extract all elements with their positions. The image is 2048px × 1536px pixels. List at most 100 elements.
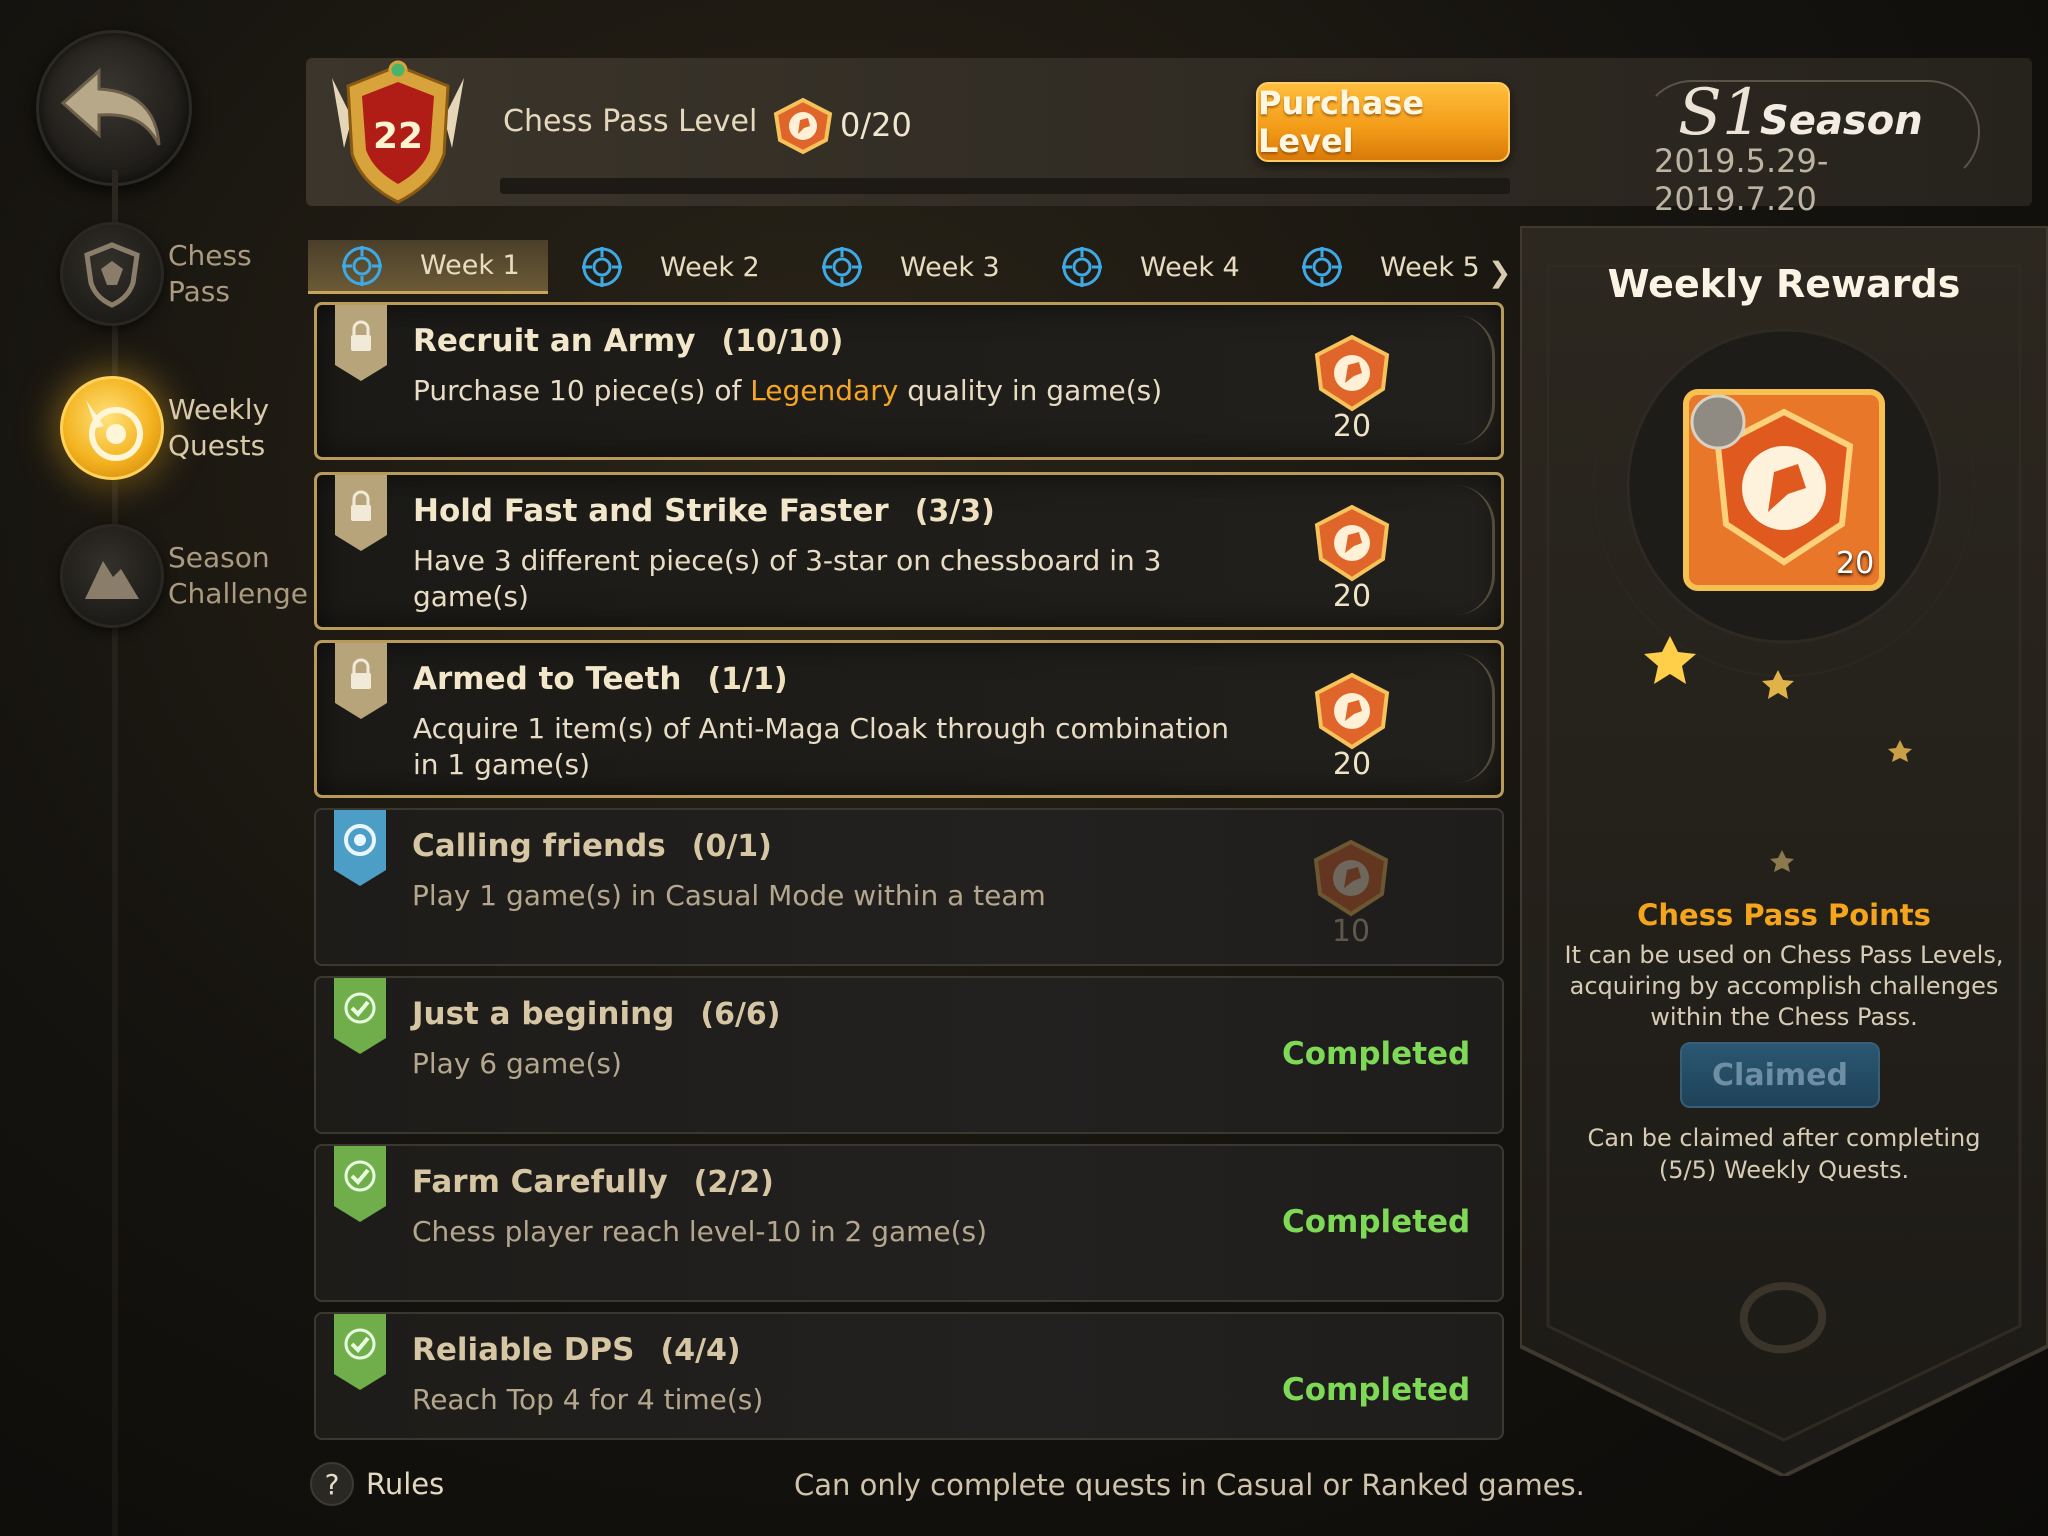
nav-item-label: Chess Pass xyxy=(168,239,252,308)
tab-label: Week 4 xyxy=(1140,251,1240,283)
completed-label: Completed xyxy=(1282,1372,1471,1408)
chess-point-icon xyxy=(1314,672,1390,750)
chevron-right-icon[interactable]: ❯ xyxy=(1488,256,1511,289)
lock-ribbon-icon xyxy=(335,305,387,381)
back-arrow-icon xyxy=(60,67,161,146)
check-ribbon-icon xyxy=(334,1146,386,1222)
quest-card[interactable]: Armed to Teeth (1/1) Acquire 1 item(s) of… xyxy=(314,640,1504,798)
nav-item-chess-pass[interactable]: Chess Pass xyxy=(60,222,252,326)
season-dates: 2019.5.29-2019.7.20 xyxy=(1654,142,1829,218)
reward-count: 20 xyxy=(1836,546,1875,581)
lock-ribbon-icon xyxy=(335,643,387,719)
reward-count: 10 xyxy=(1331,914,1371,949)
quest-title: Farm Carefully (2/2) xyxy=(412,1164,774,1200)
quest-title: Reliable DPS (4/4) xyxy=(412,1332,741,1368)
back-button[interactable] xyxy=(36,30,192,186)
check-ribbon-icon xyxy=(334,978,386,1054)
quest-title: Calling friends (0/1) xyxy=(412,828,772,864)
level-label: Chess Pass Level xyxy=(503,104,758,139)
crosshair-icon xyxy=(342,245,382,286)
crosshair-icon xyxy=(582,247,622,287)
tab-week-1[interactable]: Week 1 xyxy=(308,240,548,294)
quest-description: Purchase 10 piece(s) of Legendary qualit… xyxy=(413,374,1163,407)
reward-count: 20 xyxy=(1332,747,1372,782)
corner-ornament xyxy=(1455,653,1495,783)
nav-rail xyxy=(112,170,118,1536)
tab-week-3[interactable]: Week 3 xyxy=(788,240,1028,294)
season-info: S1 Season 2019.5.29-2019.7.20 xyxy=(1640,76,1980,218)
claimed-button[interactable]: Claimed xyxy=(1680,1042,1880,1108)
reward-count: 20 xyxy=(1332,409,1372,444)
chess-point-icon xyxy=(1313,839,1389,917)
quest-progress: (2/2) xyxy=(693,1165,774,1200)
quest-card[interactable]: Hold Fast and Strike Faster (3/3) Have 3 … xyxy=(314,472,1504,630)
tab-label: Week 1 xyxy=(420,250,520,281)
chess-point-icon xyxy=(1314,504,1390,582)
quest-description: Play 6 game(s) xyxy=(412,1047,622,1080)
mountain-icon xyxy=(60,524,164,628)
quality-highlight: Legendary xyxy=(750,374,899,407)
week-tabs: Week 1 Week 2 Week 3 Week 4 Week 5 xyxy=(308,240,1508,294)
purchase-level-button[interactable]: Purchase Level xyxy=(1256,82,1510,162)
quest-description: Have 3 different piece(s) of 3-star on c… xyxy=(413,544,1162,613)
footer-note: Can only complete quests in Casual or Ra… xyxy=(794,1468,1585,1502)
nav-item-label: Season Challenge xyxy=(168,541,308,610)
quest-description: Play 1 game(s) in Casual Mode within a t… xyxy=(412,879,1046,912)
quest-card[interactable]: Calling friends (0/1) Play 1 game(s) in C… xyxy=(314,808,1504,966)
quest-card[interactable]: Farm Carefully (2/2) Chess player reach l… xyxy=(314,1144,1504,1302)
check-ribbon-icon xyxy=(334,1314,386,1390)
claim-requirement-note: Can be claimed after completing (5/5) We… xyxy=(1587,1124,1981,1184)
crosshair-icon xyxy=(1062,247,1102,287)
quest-progress: (4/4) xyxy=(660,1333,741,1368)
level-number: 22 xyxy=(373,116,423,157)
quest-title: Recruit an Army (10/10) xyxy=(413,323,844,359)
target-hand-icon xyxy=(60,376,164,480)
nav-item-weekly-quests[interactable]: Weekly Quests xyxy=(60,376,269,480)
quest-progress: (1/1) xyxy=(707,662,788,697)
reward-count: 20 xyxy=(1332,579,1372,614)
quest-card[interactable]: Reliable DPS (4/4) Reach Top 4 for 4 time… xyxy=(314,1312,1504,1440)
points-title: Chess Pass Points xyxy=(1637,898,1931,932)
target-ribbon-icon xyxy=(334,810,386,886)
corner-ornament xyxy=(1455,315,1495,445)
completed-label: Completed xyxy=(1282,1204,1471,1240)
crosshair-icon xyxy=(822,247,862,287)
chess-point-icon xyxy=(768,96,838,156)
rules-link[interactable]: Rules xyxy=(366,1467,444,1501)
lock-ribbon-icon xyxy=(335,475,387,551)
quest-progress: (3/3) xyxy=(914,494,995,529)
tab-week-4[interactable]: Week 4 xyxy=(1028,240,1268,294)
quest-progress: (0/1) xyxy=(691,829,772,864)
points-counter: 0/20 xyxy=(840,106,912,144)
quest-card[interactable]: Recruit an Army (10/10) Purchase 10 piece… xyxy=(314,302,1504,460)
level-progress-bar xyxy=(500,178,1510,194)
quest-title: Just a begining (6/6) xyxy=(412,996,781,1032)
corner-ornament xyxy=(1455,485,1495,615)
tab-week-5[interactable]: Week 5 xyxy=(1268,240,1508,294)
tab-label: Week 2 xyxy=(660,251,760,283)
panel-title: Weekly Rewards xyxy=(1607,262,1961,306)
nav-item-season-challenge[interactable]: Season Challenge xyxy=(60,524,308,628)
completed-label: Completed xyxy=(1282,1036,1471,1072)
weekly-rewards-panel xyxy=(1520,226,2048,1476)
level-badge: 22 xyxy=(318,58,478,208)
quest-description: Reach Top 4 for 4 time(s) xyxy=(412,1383,764,1416)
tab-week-2[interactable]: Week 2 xyxy=(548,240,788,294)
points-description: It can be used on Chess Pass Levels, acq… xyxy=(1564,941,2004,1031)
quest-title: Armed to Teeth (1/1) xyxy=(413,661,788,697)
quest-progress: (10/10) xyxy=(721,324,844,359)
tab-label: Week 5 xyxy=(1380,251,1480,283)
help-icon[interactable]: ? xyxy=(310,1462,354,1506)
season-number: S1 xyxy=(1678,76,1763,150)
quest-description: Chess player reach level-10 in 2 game(s) xyxy=(412,1215,988,1248)
quest-description: Acquire 1 item(s) of Anti-Maga Cloak thr… xyxy=(413,712,1230,781)
quest-progress: (6/6) xyxy=(700,997,781,1032)
nav-item-label: Weekly Quests xyxy=(168,393,270,462)
quest-card[interactable]: Just a begining (6/6) Play 6 game(s) Comp… xyxy=(314,976,1504,1134)
quest-title: Hold Fast and Strike Faster (3/3) xyxy=(413,493,995,529)
season-word: Season xyxy=(1760,98,1923,144)
tab-label: Week 3 xyxy=(900,251,1000,283)
shield-icon xyxy=(60,222,164,326)
chess-point-icon xyxy=(1314,334,1390,412)
crosshair-icon xyxy=(1302,247,1342,287)
